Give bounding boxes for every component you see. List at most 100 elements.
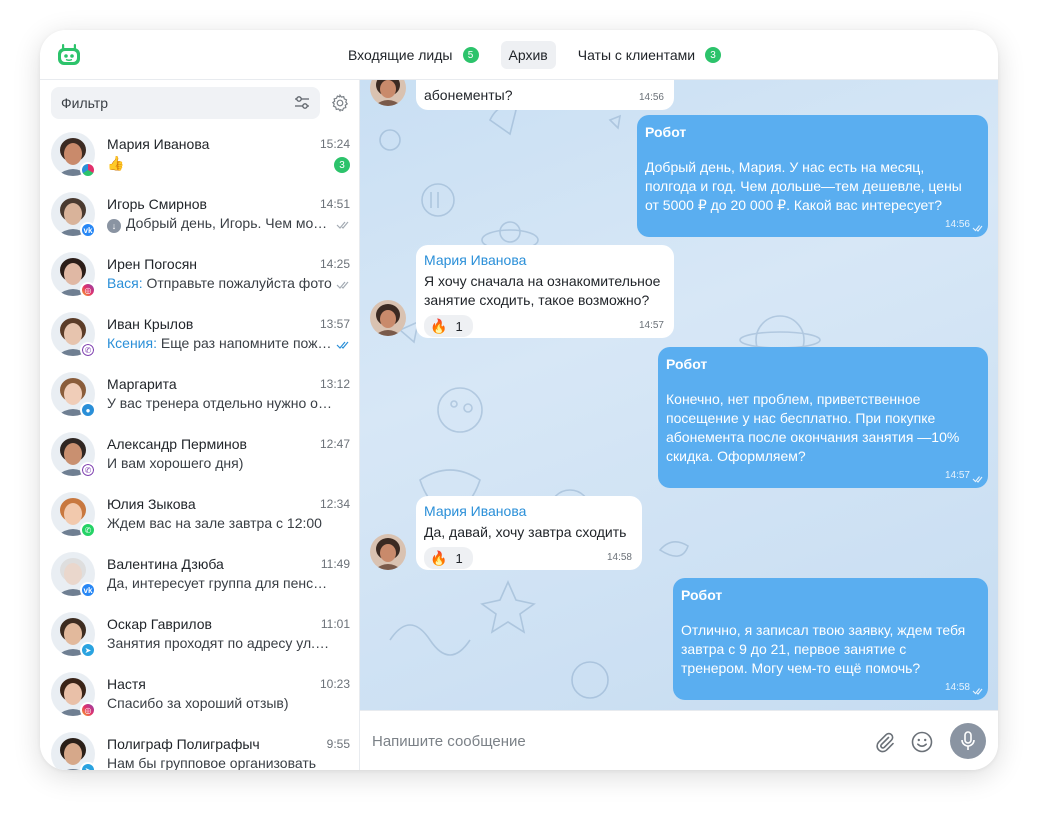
message-time: 10:23 — [319, 677, 350, 691]
contact-name: Ирен Погосян — [107, 256, 198, 272]
reaction-chip[interactable]: 🔥 1 — [424, 547, 473, 569]
chat-list-item[interactable]: ✆ Юлия Зыкова 12:34 Ждем вас на зале зав… — [40, 490, 359, 550]
message-text: Да, давай, хочу завтра сходить — [424, 524, 627, 540]
instagram-icon: ◎ — [80, 702, 96, 718]
message-preview: Нам бы групповое организовать — [107, 755, 332, 770]
outgoing-message[interactable]: Робот Отлично, я записал твою заявку, жде… — [673, 578, 988, 700]
message-preview: Занятия проходят по адресу ул. Ленина — [107, 635, 332, 651]
message-author: Робот — [645, 124, 687, 140]
sender-name: Вася: — [107, 275, 143, 291]
sliders-icon[interactable] — [294, 95, 310, 111]
paperclip-icon[interactable] — [873, 731, 895, 753]
vk-icon: vk — [80, 582, 96, 598]
chat-list: Мария Иванова 15:24 👍 3 vk Игорь Смирнов… — [40, 130, 359, 770]
contact-name: Юлия Зыкова — [107, 496, 196, 512]
tab-badge: 3 — [705, 47, 722, 63]
tab-label: Чаты с клиентами — [577, 47, 696, 63]
filter-field[interactable]: Фильтр — [51, 87, 320, 119]
contact-name: Валентина Дзюба — [107, 556, 224, 572]
outgoing-message[interactable]: Робот Добрый день, Мария. У нас есть на м… — [637, 115, 988, 237]
message-author: Робот — [681, 587, 723, 603]
whatsapp-icon: ✆ — [80, 522, 96, 538]
chat-list-item[interactable]: vk Валентина Дзюба 11:49 Да, интересует … — [40, 550, 359, 610]
instagram-icon: ◎ — [80, 282, 96, 298]
message-text: Конечно, нет проблем, приветственное пос… — [666, 391, 960, 464]
person-photo — [370, 534, 406, 570]
preview-text: Нам бы групповое организовать — [107, 755, 317, 770]
chat-list-item[interactable]: ✆ Александр Перминов 12:47 И вам хорошег… — [40, 430, 359, 490]
chat-list-item[interactable]: vk Игорь Смирнов 14:51 ↓ Добрый день, Иго… — [40, 190, 359, 250]
message-time: 11:49 — [320, 557, 350, 571]
message-preview: ↓ Добрый день, Игорь. Чем можем помочь? — [107, 215, 332, 233]
chat-list-item[interactable]: Мария Иванова 15:24 👍 3 — [40, 130, 359, 190]
preview-text: Еще раз напомните пожалуйста — [160, 335, 332, 351]
sender-name: Ксения: — [107, 335, 157, 351]
inbox-tabs: Входящие лиды 5 Архив Чаты с клиентами 3 — [340, 40, 743, 70]
filter-placeholder: Фильтр — [61, 95, 109, 111]
contact-name: Оскар Гаврилов — [107, 616, 212, 632]
message-preview: Вася: Отправьте пожалуйста фото — [107, 275, 332, 291]
max-icon: ● — [80, 402, 96, 418]
message-preview: 👍 — [107, 155, 332, 172]
read-check-icon — [336, 281, 349, 289]
unread-badge: 3 — [334, 157, 350, 173]
message-text: Добрый день, Мария. У нас есть на месяц,… — [645, 159, 962, 213]
preview-text: 👍 — [107, 155, 125, 171]
chat-list-item[interactable]: ✆ Иван Крылов 13:57 Ксения: Еще раз напо… — [40, 310, 359, 370]
contact-name: Настя — [107, 676, 146, 692]
tab-label: Входящие лиды — [348, 47, 453, 63]
preview-text: Да, интересует группа для пенсионеров — [107, 575, 332, 591]
filter-row: Фильтр — [51, 87, 349, 119]
sender-avatar[interactable] — [370, 534, 406, 570]
multi-icon — [80, 162, 96, 178]
message-input[interactable] — [372, 729, 852, 753]
message-time: 14:56 — [638, 92, 664, 103]
tab-badge: 5 — [462, 47, 479, 63]
vk-icon: vk — [80, 222, 96, 238]
contact-name: Иван Крылов — [107, 316, 194, 332]
contact-name: Игорь Смирнов — [107, 196, 207, 212]
read-check-icon — [336, 221, 349, 229]
incoming-message[interactable]: Мария Иванова Да, давай, хочу завтра сход… — [416, 496, 642, 570]
message-time: 12:47 — [319, 437, 350, 451]
top-bar: Входящие лиды 5 Архив Чаты с клиентами 3 — [40, 30, 998, 80]
viber-icon: ✆ — [80, 342, 96, 358]
incoming-message[interactable]: абонементы? 14:56 — [416, 80, 674, 110]
reaction-chip[interactable]: 🔥 1 — [424, 315, 473, 337]
message-author: Мария Иванова — [424, 252, 527, 268]
incoming-message[interactable]: Мария Иванова Я хочу сначала на ознакомит… — [416, 245, 674, 338]
chat-list-item[interactable]: ◎ Настя 10:23 Спасибо за хороший отзыв) — [40, 670, 359, 730]
sender-avatar[interactable] — [370, 300, 406, 336]
contact-name: Полиграф Полиграфыч — [107, 736, 260, 752]
tab-client-chats[interactable]: Чаты с клиентами 3 — [570, 41, 729, 69]
emoji-icon[interactable] — [911, 731, 933, 753]
fire-icon: 🔥 — [430, 317, 448, 334]
message-author: Робот — [666, 356, 708, 372]
microphone-button[interactable] — [950, 723, 986, 759]
message-preview: Ксения: Еще раз напомните пожалуйста — [107, 335, 332, 351]
chat-list-item[interactable]: ◎ Ирен Погосян 14:25 Вася: Отправьте пож… — [40, 250, 359, 310]
tab-incoming-leads[interactable]: Входящие лиды 5 — [340, 41, 487, 69]
preview-text: Ждем вас на зале завтра с 12:00 — [107, 515, 322, 531]
message-time: 14:56 — [944, 219, 970, 230]
message-time: 14:51 — [319, 197, 350, 211]
message-time: 12:34 — [319, 497, 350, 511]
fire-icon: 🔥 — [430, 549, 448, 566]
chat-list-item[interactable]: ➤ Полиграф Полиграфыч 9:55 Нам бы группо… — [40, 730, 359, 770]
reaction-count: 1 — [455, 550, 463, 566]
tab-archive[interactable]: Архив — [500, 41, 556, 69]
message-text: абонементы? — [424, 87, 513, 103]
chat-list-item[interactable]: ➤ Оскар Гаврилов 11:01 Занятия проходят … — [40, 610, 359, 670]
preview-text: У вас тренера отдельно нужно оплачивать? — [107, 395, 332, 411]
gear-icon[interactable] — [330, 93, 350, 113]
message-preview: Спасибо за хороший отзыв) — [107, 695, 332, 711]
contact-name: Маргарита — [107, 376, 177, 392]
tab-label: Архив — [508, 47, 548, 63]
message-preview: Ждем вас на зале завтра с 12:00 — [107, 515, 332, 531]
chat-list-item[interactable]: ● Маргарита 13:12 У вас тренера отдельно… — [40, 370, 359, 430]
message-text: Я хочу сначала на ознакомительное заняти… — [424, 273, 661, 308]
bot-logo-icon[interactable] — [56, 42, 82, 68]
message-time: 14:25 — [319, 257, 350, 271]
outgoing-message[interactable]: Робот Конечно, нет проблем, приветственно… — [658, 347, 988, 488]
composer — [360, 710, 998, 770]
